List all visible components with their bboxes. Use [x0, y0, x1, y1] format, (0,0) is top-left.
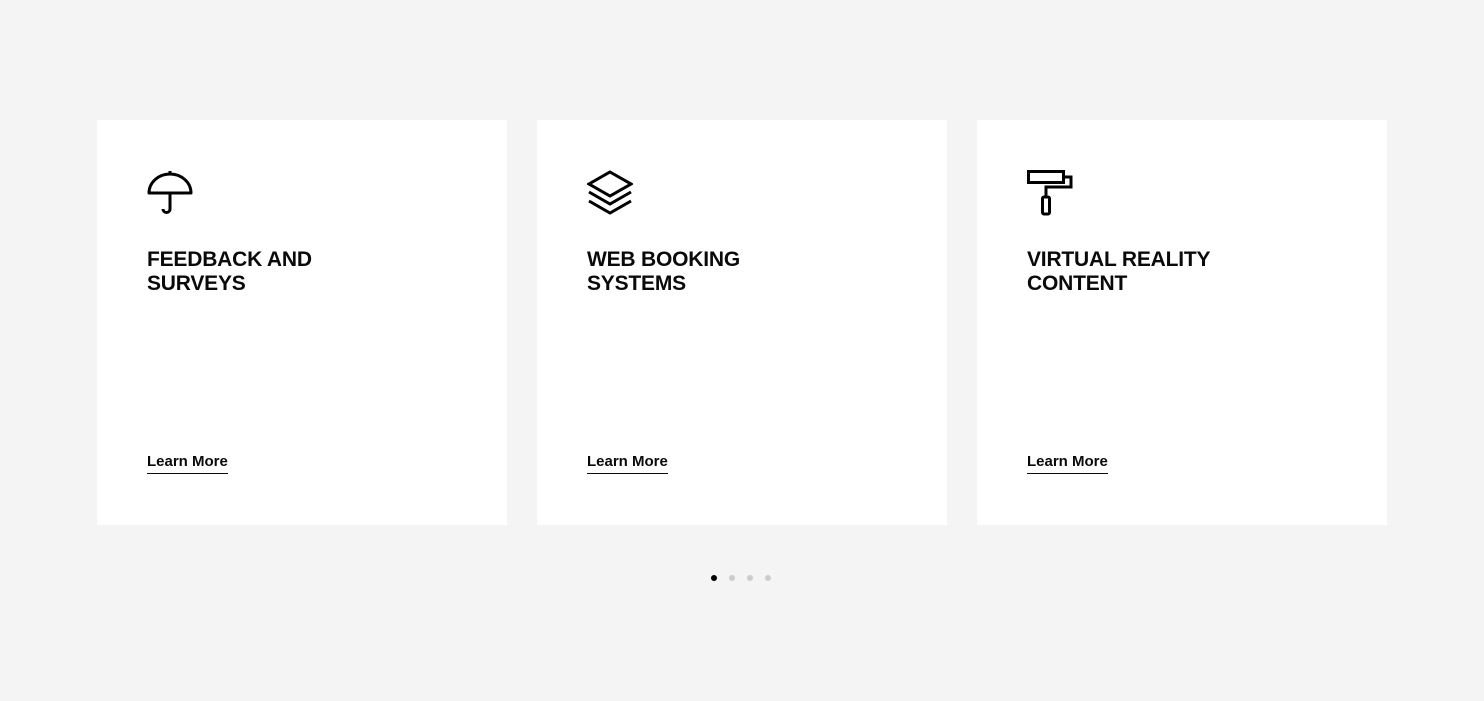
service-card-feedback: FEEDBACK AND SURVEYS Learn More	[97, 120, 507, 525]
card-title: VIRTUAL REALITY CONTENT	[1027, 248, 1227, 296]
service-card-virtual-reality: VIRTUAL REALITY CONTENT Learn More	[977, 120, 1387, 525]
service-card-web-booking: WEB BOOKING SYSTEMS Learn More	[537, 120, 947, 525]
card-title: WEB BOOKING SYSTEMS	[587, 248, 787, 296]
paint-roller-icon	[1027, 170, 1073, 216]
card-title-line: WEB BOOKING	[587, 248, 740, 271]
card-title: FEEDBACK AND SURVEYS	[147, 248, 347, 296]
learn-more-link[interactable]: Learn More	[1027, 453, 1108, 474]
pagination-dot[interactable]	[711, 575, 717, 581]
card-title-line: SURVEYS	[147, 272, 246, 295]
learn-more-link[interactable]: Learn More	[587, 453, 668, 474]
carousel-pagination	[711, 575, 771, 581]
card-title-line: SYSTEMS	[587, 272, 686, 295]
card-title-line: VIRTUAL REALITY	[1027, 248, 1211, 271]
pagination-dot[interactable]	[747, 575, 753, 581]
card-title-line: CONTENT	[1027, 272, 1128, 295]
services-carousel: FEEDBACK AND SURVEYS Learn More WEB BOOK…	[97, 120, 1387, 525]
learn-more-link[interactable]: Learn More	[147, 453, 228, 474]
umbrella-icon	[147, 170, 193, 216]
pagination-dot[interactable]	[729, 575, 735, 581]
card-title-line: FEEDBACK AND	[147, 248, 312, 271]
layers-icon	[587, 170, 633, 216]
pagination-dot[interactable]	[765, 575, 771, 581]
